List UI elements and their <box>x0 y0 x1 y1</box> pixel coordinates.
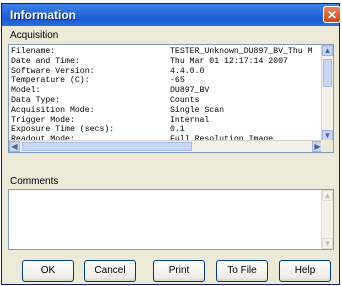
list-item[interactable]: Model: DU897_BV <box>11 86 315 96</box>
row-key: Data Type: <box>11 95 61 105</box>
list-item[interactable]: Exposure Time (secs): 0.1 <box>11 125 315 135</box>
vertical-scroll-thumb[interactable] <box>323 59 332 87</box>
list-item[interactable]: Acquisition Mode: Single Scan <box>11 106 315 116</box>
row-key: Filename: <box>11 47 56 56</box>
print-button[interactable]: Print <box>153 260 205 282</box>
row-key: Date and Time: <box>11 56 80 66</box>
information-dialog: Information ✕ Acquisition Filename: TESTE… <box>1 3 341 285</box>
list-item[interactable]: Temperature (C): -65 <box>11 76 315 86</box>
close-button[interactable]: ✕ <box>323 6 341 23</box>
list-item[interactable]: Filename: TESTER_Unknown_DU897_BV_Thu M <box>11 47 315 57</box>
row-value: 0.1 <box>170 125 185 135</box>
horizontal-scrollbar[interactable]: ◀ ▶ <box>9 140 323 152</box>
row-value: Single Scan <box>170 105 225 115</box>
acquisition-rows: Filename: TESTER_Unknown_DU897_BV_Thu M D… <box>11 47 315 152</box>
comments-textarea[interactable]: ▲ ▼ <box>8 189 334 250</box>
comments-label: Comments <box>10 176 59 187</box>
cancel-button[interactable]: Cancel <box>84 260 136 282</box>
list-item[interactable]: Software Version: 4.4.0.0 <box>11 67 315 77</box>
row-key: Acquisition Mode: <box>11 105 95 115</box>
vertical-scrollbar[interactable]: ▲ ▼ <box>321 45 333 141</box>
window-title: Information <box>10 8 76 22</box>
scrollbar-corner <box>321 140 333 152</box>
left-arrow-icon[interactable]: ◀ <box>9 141 20 152</box>
up-arrow-icon[interactable]: ▲ <box>322 190 333 201</box>
comments-scrollbar[interactable]: ▲ ▼ <box>321 190 333 249</box>
row-value: Internal <box>170 115 210 125</box>
row-key: Model: <box>11 86 41 96</box>
acquisition-label: Acquisition <box>10 30 59 41</box>
row-value: -65 <box>170 76 185 86</box>
ok-button[interactable]: OK <box>22 260 74 282</box>
horizontal-scroll-thumb[interactable] <box>22 142 192 151</box>
row-value: 4.4.0.0 <box>170 66 205 76</box>
row-key: Software Version: <box>11 66 95 76</box>
list-item[interactable]: Trigger Mode: Internal <box>11 116 315 126</box>
list-item[interactable]: Data Type: Counts <box>11 96 315 106</box>
list-item[interactable]: Date and Time: Thu Mar 01 12:17:14 2007 <box>11 57 315 67</box>
row-value: TESTER_Unknown_DU897_BV_Thu M <box>170 47 313 56</box>
row-value: DU897_BV <box>170 86 210 96</box>
acquisition-list[interactable]: Filename: TESTER_Unknown_DU897_BV_Thu M D… <box>8 44 334 153</box>
row-value: Thu Mar 01 12:17:14 2007 <box>170 56 288 66</box>
title-bar[interactable]: Information ✕ <box>2 4 341 26</box>
to-file-button[interactable]: To File <box>216 260 268 282</box>
row-key: Exposure Time (secs): <box>11 125 115 135</box>
up-arrow-icon[interactable]: ▲ <box>322 45 333 56</box>
help-button[interactable]: Help <box>279 260 331 282</box>
down-arrow-icon[interactable]: ▼ <box>322 238 333 249</box>
row-key: Temperature (C): <box>11 76 90 86</box>
row-key: Trigger Mode: <box>11 115 75 125</box>
row-value: Counts <box>170 95 200 105</box>
